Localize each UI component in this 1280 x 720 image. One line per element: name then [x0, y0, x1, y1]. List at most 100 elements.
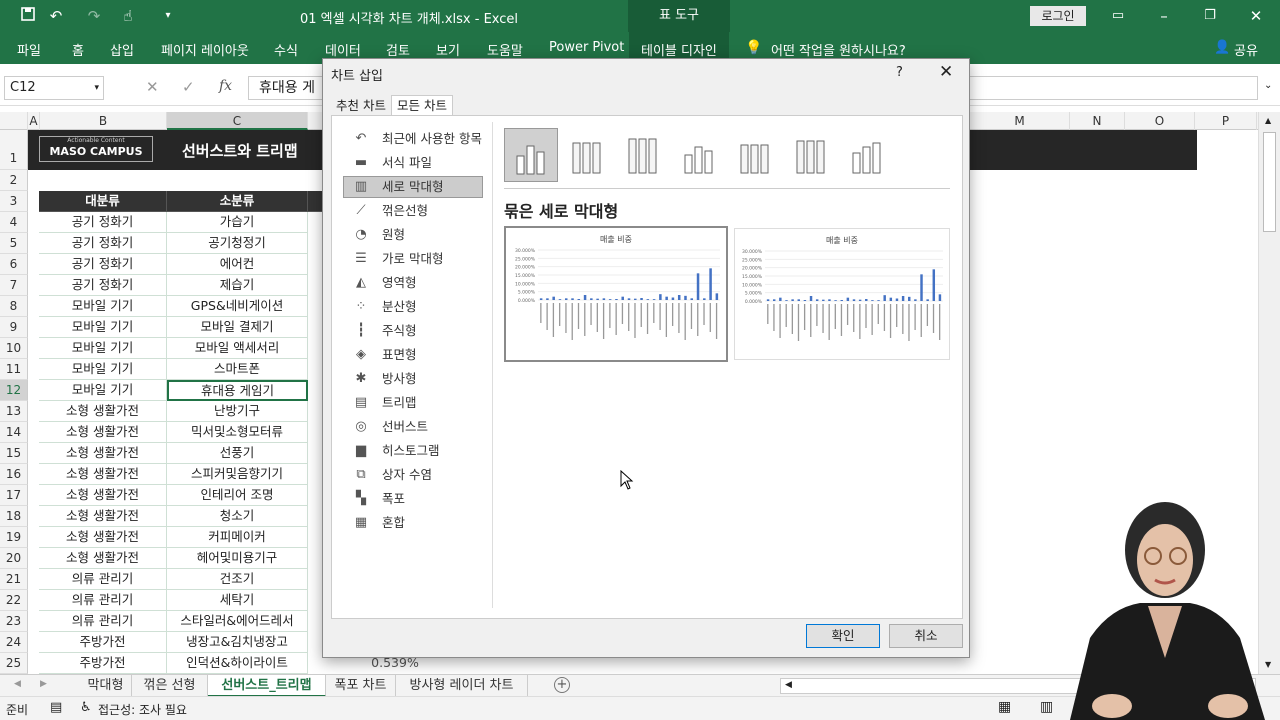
cell-subcategory[interactable]: 모바일 액세서리	[167, 338, 308, 359]
cell-category[interactable]: 모바일 기기	[39, 296, 167, 317]
cell-subcategory[interactable]: 냉장고&김치냉장고	[167, 632, 308, 653]
stacked-column-icon[interactable]	[560, 128, 614, 182]
chart-type-item[interactable]: ◔ 원형	[350, 224, 490, 246]
tab-power-pivot[interactable]: Power Pivot	[549, 40, 624, 55]
column-header-b[interactable]: B	[40, 112, 167, 130]
share-button[interactable]: 공유	[1234, 40, 1258, 59]
row-header[interactable]: 25	[0, 653, 28, 674]
accessibility-icon[interactable]: ♿	[80, 700, 92, 715]
cell-category[interactable]: 소형 생활가전	[39, 548, 167, 569]
cell-subcategory[interactable]: 스피커및음향기기	[167, 464, 308, 485]
column-header-o[interactable]: O	[1125, 112, 1195, 130]
normal-view-icon[interactable]: ▦	[998, 699, 1011, 715]
tab-help[interactable]: 도움말	[487, 40, 523, 59]
chart-type-item[interactable]: ⧉ 상자 수염	[350, 464, 490, 486]
cell-category[interactable]: 모바일 기기	[39, 380, 167, 401]
chart-preview-1[interactable]: 매출 비중 30.000% 25.000% 20.000% 15.000% 10.000…	[504, 226, 728, 362]
cell-category[interactable]: 소형 생활가전	[39, 506, 167, 527]
cell-subcategory[interactable]: 스타일러&에어드레서	[167, 611, 308, 632]
ribbon-display-icon[interactable]: ▭	[1108, 6, 1128, 26]
tab-recommended-charts[interactable]: 추천 차트	[331, 97, 391, 115]
row-header[interactable]: 11	[0, 359, 28, 380]
row-header[interactable]: 8	[0, 296, 28, 317]
sheet-tab-line[interactable]: 꺾은 선형	[132, 675, 208, 697]
row-header[interactable]: 20	[0, 548, 28, 569]
row-header[interactable]: 6	[0, 254, 28, 275]
redo-icon[interactable]: ↷	[84, 6, 104, 26]
cancel-icon[interactable]: ✕	[146, 78, 159, 96]
cell-subcategory[interactable]: 모바일 결제기	[167, 317, 308, 338]
row-header[interactable]: 19	[0, 527, 28, 548]
sheet-tab-waterfall[interactable]: 폭포 차트	[326, 675, 396, 697]
cancel-button[interactable]: 취소	[889, 624, 963, 648]
chart-type-item[interactable]: ▆ 히스토그램	[350, 440, 490, 462]
cell-category[interactable]: 주방가전	[39, 632, 167, 653]
100-stacked-column-icon[interactable]	[616, 128, 670, 182]
cell-subcategory[interactable]: 헤어및미용기구	[167, 548, 308, 569]
row-header[interactable]: 4	[0, 212, 28, 233]
cell-subcategory[interactable]: 청소기	[167, 506, 308, 527]
tab-data[interactable]: 데이터	[325, 40, 361, 59]
insert-function-icon[interactable]: fx	[219, 78, 232, 94]
row-header[interactable]: 23	[0, 611, 28, 632]
3d-column-icon[interactable]	[840, 128, 894, 182]
3d-clustered-column-icon[interactable]	[672, 128, 726, 182]
cell-subcategory[interactable]: 휴대용 게임기	[167, 380, 308, 401]
row-header-3[interactable]: 3	[0, 191, 28, 212]
row-header[interactable]: 22	[0, 590, 28, 611]
cell-subcategory[interactable]: 인덕션&하이라이트	[167, 653, 308, 674]
cell-subcategory[interactable]: 세탁기	[167, 590, 308, 611]
cell-category[interactable]: 모바일 기기	[39, 317, 167, 338]
3d-100-stacked-column-icon[interactable]	[784, 128, 838, 182]
row-header[interactable]: 14	[0, 422, 28, 443]
login-button[interactable]: 로그인	[1030, 6, 1086, 26]
chart-type-item[interactable]: ┇ 주식형	[350, 320, 490, 342]
cell-subcategory[interactable]: 난방기구	[167, 401, 308, 422]
cell-subcategory[interactable]: 커피메이커	[167, 527, 308, 548]
sheet-tab-radar[interactable]: 방사형 레이더 차트	[396, 675, 528, 697]
tab-table-design[interactable]: 테이블 디자인	[641, 40, 717, 59]
chart-type-item[interactable]: ◈ 표면형	[350, 344, 490, 366]
row-header[interactable]: 12	[0, 380, 28, 401]
name-box[interactable]: C12 ▾	[4, 76, 104, 100]
cell-category[interactable]: 모바일 기기	[39, 338, 167, 359]
help-button[interactable]: ?	[896, 65, 903, 80]
cell-subcategory[interactable]: 인테리어 조명	[167, 485, 308, 506]
accessibility-status[interactable]: 접근성: 조사 필요	[98, 701, 187, 718]
close-window-icon[interactable]: ✕	[1246, 6, 1266, 26]
cell-category[interactable]: 소형 생활가전	[39, 527, 167, 548]
chart-type-item[interactable]: ☰ 가로 막대형	[350, 248, 490, 270]
cell-category[interactable]: 공기 정화기	[39, 212, 167, 233]
prev-sheet-icon[interactable]: ◀	[14, 679, 21, 689]
cell-category[interactable]: 소형 생활가전	[39, 422, 167, 443]
cell-category[interactable]: 모바일 기기	[39, 359, 167, 380]
tab-insert[interactable]: 삽입	[110, 40, 134, 59]
next-sheet-icon[interactable]: ▶	[40, 679, 47, 689]
column-header-n[interactable]: N	[1070, 112, 1125, 130]
cell-subcategory[interactable]: GPS&네비게이션	[167, 296, 308, 317]
chevron-down-icon[interactable]: ▾	[94, 77, 99, 99]
row-header[interactable]: 16	[0, 464, 28, 485]
undo-icon[interactable]: ↶	[46, 6, 66, 26]
chart-type-item[interactable]: ⁘ 분산형	[350, 296, 490, 318]
minimize-icon[interactable]: –	[1154, 6, 1174, 26]
cell-subcategory[interactable]: 믹서및소형모터류	[167, 422, 308, 443]
cell-subcategory[interactable]: 에어컨	[167, 254, 308, 275]
row-header-2[interactable]: 2	[0, 170, 28, 191]
chart-preview-2[interactable]: 매출 비중 30.000% 25.000% 20.000% 15.000% 10.000…	[734, 228, 950, 360]
cell-category[interactable]: 공기 정화기	[39, 233, 167, 254]
tab-all-charts[interactable]: 모든 차트	[391, 95, 453, 116]
column-header-a[interactable]: A	[28, 112, 40, 130]
tab-view[interactable]: 보기	[436, 40, 460, 59]
chart-type-item[interactable]: ✱ 방사형	[350, 368, 490, 390]
select-all-corner[interactable]	[0, 112, 28, 130]
cell-category[interactable]: 의류 관리기	[39, 590, 167, 611]
ok-button[interactable]: 확인	[806, 624, 880, 648]
row-header[interactable]: 15	[0, 443, 28, 464]
cell-category[interactable]: 의류 관리기	[39, 569, 167, 590]
chart-type-item[interactable]: ▚ 폭포	[350, 488, 490, 510]
row-header-1[interactable]: 1	[0, 130, 28, 170]
cell-category[interactable]: 소형 생활가전	[39, 443, 167, 464]
chart-type-item[interactable]: ◎ 선버스트	[350, 416, 490, 438]
expand-formula-icon[interactable]: ⌄	[1264, 80, 1272, 91]
